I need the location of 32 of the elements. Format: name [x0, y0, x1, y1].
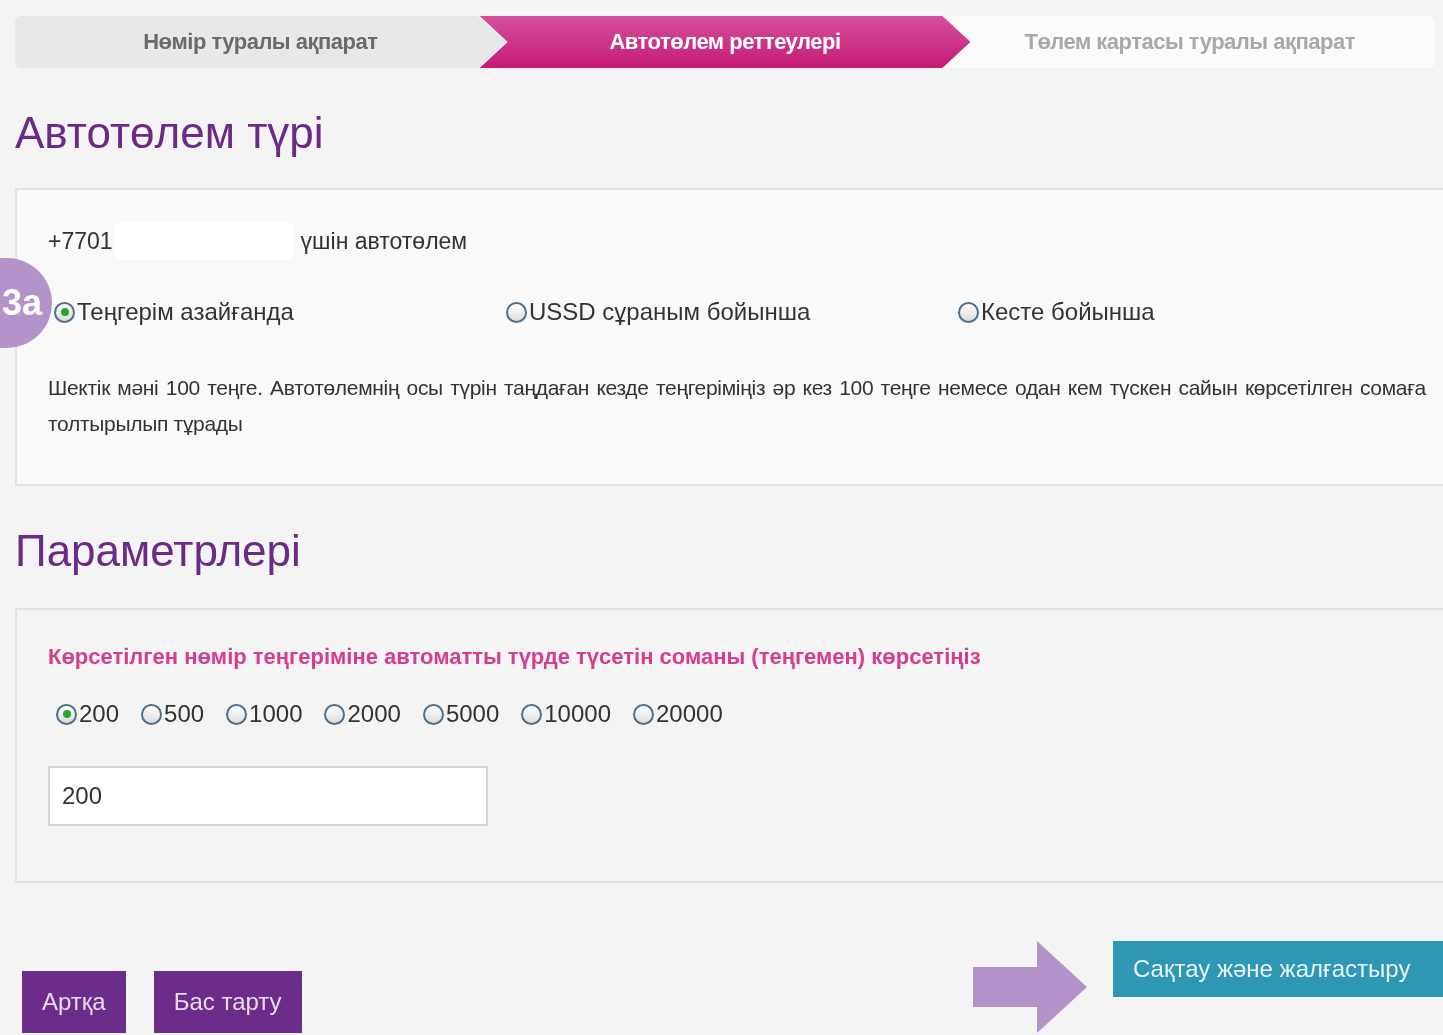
autopay-label: үшін автотөлем — [300, 227, 468, 255]
nav-button[interactable]: Бас тарту — [153, 971, 302, 1033]
radio-button[interactable] — [54, 301, 75, 323]
arrow-icon — [973, 941, 1087, 1033]
radio-button[interactable] — [422, 703, 444, 725]
radio-option[interactable]: USSD сұраным бойынша — [506, 298, 958, 326]
radio-option[interactable]: 1000 — [226, 700, 303, 728]
radio-option[interactable]: Теңгерім азайғанда — [54, 298, 506, 326]
radio-button[interactable] — [958, 301, 979, 323]
radio-button[interactable] — [506, 301, 527, 323]
description-text: Шектік мәні 100 теңге. Автотөлемнің осы түрін таңдаған кезде теңгеріміңіз әр кез 100 теңге немесе одан кем түскен сайын көрсетілген сомаға толтырылып тұрады — [48, 375, 1426, 437]
radio-button[interactable] — [226, 703, 248, 725]
radio-option[interactable]: 5000 — [422, 700, 500, 728]
phone-prefix: +7701 — [48, 227, 113, 255]
wizard-step[interactable]: Нөмір туралы ақпарат — [15, 16, 506, 68]
radio-option[interactable]: 20000 — [633, 700, 723, 728]
wizard-step[interactable]: Автотөлем реттеулері — [479, 16, 971, 68]
radio-button[interactable] — [324, 703, 346, 725]
section-title: Автотөлем түрі — [15, 108, 325, 158]
radio-option[interactable]: 2000 — [324, 700, 401, 728]
radio-button[interactable] — [141, 703, 163, 725]
radio-option[interactable]: 500 — [141, 700, 205, 728]
nav-button[interactable]: Артқа — [22, 971, 126, 1033]
radio-button[interactable] — [521, 703, 543, 725]
amount-input[interactable]: 200 — [48, 766, 488, 826]
radio-button[interactable] — [633, 703, 654, 725]
radio-option[interactable]: 200 — [56, 700, 120, 728]
radio-option[interactable]: 10000 — [521, 700, 611, 728]
radio-button[interactable] — [56, 703, 77, 725]
section-title: Параметрлері — [15, 526, 302, 576]
amount-prompt: Көрсетілген нөмір теңгеріміне автоматты түрде түсетін соманы (теңгемен) көрсетіңіз — [48, 644, 982, 670]
radio-option[interactable]: Кесте бойынша — [958, 298, 1410, 326]
